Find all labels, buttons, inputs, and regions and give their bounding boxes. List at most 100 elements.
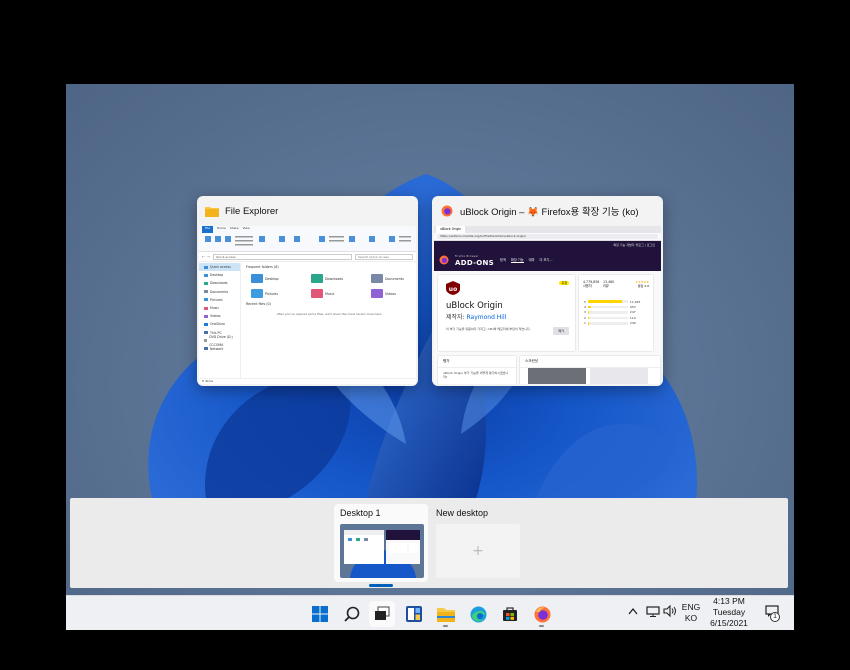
menu-item-themes[interactable]: 테마 (529, 257, 535, 263)
firefox-icon (534, 606, 550, 622)
edge-button[interactable] (465, 601, 491, 627)
screenshots-card: 스크린샷 (520, 356, 660, 384)
taskbar: ENG KO 4:13 PM Tuesday 6/15/2021 1 (66, 595, 794, 630)
widgets-button[interactable] (401, 601, 427, 627)
tray-overflow-chevron-icon[interactable] (628, 607, 638, 618)
store-button[interactable] (497, 601, 523, 627)
browser-tabs: uBlock Origin (434, 226, 661, 233)
rate-title: 평가 (438, 356, 516, 368)
nav-item-dvd-drive[interactable]: DVD Drive (D:) CCCOMA (199, 335, 240, 347)
ribbon-tab-home[interactable]: Home (217, 226, 226, 233)
folder-tile[interactable]: Videos (371, 288, 416, 299)
desktop-screen: File Explorer File Home Share View ← → Q… (66, 84, 794, 630)
amo-header: Firefox Browser ADD-ONS 탐색 확장 기능 테마 더 보기… (434, 249, 661, 271)
browser-tab[interactable]: uBlock Origin (436, 226, 466, 233)
amo-top-links[interactable]: 확장 기능 개발자 블로그 | 로그인 (434, 241, 661, 249)
virtual-desktops-bar: Desktop 1 New desktop + (70, 498, 788, 588)
amo-menu: 탐색 확장 기능 테마 더 보기… (500, 257, 553, 263)
nav-item-desktop[interactable]: Desktop (199, 271, 240, 279)
nav-item-pictures[interactable]: Pictures (199, 296, 240, 304)
running-indicator (443, 625, 448, 627)
firefox-icon (441, 205, 453, 217)
folder-icon (371, 274, 383, 283)
addon-author: 제작자: Raymond Hill (446, 314, 507, 321)
folder-icon (205, 207, 219, 217)
desktop-preview (340, 524, 424, 578)
clock-date: 6/15/2021 (710, 618, 748, 628)
menu-item-explore[interactable]: 탐색 (500, 257, 506, 263)
store-icon (503, 607, 517, 621)
remove-button[interactable]: 제거 (553, 327, 569, 335)
window-title: uBlock Origin – 🦊 Firefox용 확장 기능 (ko) (460, 207, 639, 218)
ribbon-tab-share[interactable]: Share (230, 226, 239, 233)
folder-tile[interactable]: Documents (371, 273, 416, 284)
clock-time: 4:13 PM (713, 596, 745, 606)
ribbon-tab-view[interactable]: View (243, 226, 250, 233)
window-title-bar: File Explorer (197, 196, 418, 226)
widgets-icon (406, 606, 422, 622)
recent-empty-text: After you've opened some files, we'll sh… (276, 312, 383, 316)
addon-page: uo 추천 uBlock Origin 제작자: Raymond Hill 이 … (434, 271, 661, 384)
firefox-content: uBlock Origin https://addons.mozilla.org… (434, 226, 661, 384)
addons-logo[interactable]: Firefox Browser ADD-ONS (455, 253, 494, 267)
window-title: File Explorer (225, 205, 279, 217)
nav-item-onedrive[interactable]: OneDrive (199, 320, 240, 328)
input-language-indicator[interactable]: ENG KO (681, 602, 701, 624)
rating-bars: 5 11,625 4 953 3 247 2 110 1 249 (584, 299, 640, 326)
firefox-button[interactable] (529, 601, 555, 627)
desktop-1-tile[interactable]: Desktop 1 (334, 504, 428, 587)
notification-count-badge: 1 (770, 612, 780, 622)
rating-bar-row[interactable]: 1 249 (584, 321, 640, 326)
nav-item-videos[interactable]: Videos (199, 312, 240, 320)
firefox-logo-icon (439, 255, 449, 265)
url-row: https://addons.mozilla.org/ko/firefox/ad… (434, 233, 661, 241)
reviews-stat: 13,460 리뷰 (603, 280, 615, 288)
task-view-button[interactable] (369, 601, 395, 627)
status-bar: 8 items (199, 378, 416, 384)
nav-item-music[interactable]: Music (199, 304, 240, 312)
folder-icon (311, 274, 323, 283)
new-desktop-tile[interactable]: New desktop + (430, 504, 524, 582)
search-button[interactable] (339, 601, 365, 627)
nav-item-downloads[interactable]: Downloads (199, 279, 240, 287)
ribbon-commands (205, 236, 411, 246)
running-indicator (539, 625, 544, 627)
author-link[interactable]: Raymond Hill (467, 314, 507, 321)
navigation-pane: Quick access Desktop Downloads Documents… (199, 263, 241, 378)
file-explorer-button[interactable] (433, 601, 459, 627)
screenshot-image[interactable] (528, 368, 586, 384)
addon-info-card: uo 추천 uBlock Origin 제작자: Raymond Hill 이 … (438, 275, 575, 351)
screenshots-title: 스크린샷 (520, 356, 660, 368)
start-button[interactable] (307, 601, 333, 627)
volume-icon[interactable] (663, 604, 677, 620)
clock-day: Tuesday (712, 607, 746, 617)
folder-tile[interactable]: Downloads (311, 273, 371, 284)
rate-text: uBlock Origin 부가 기능을 어떻게 평가하시겠습니까? (443, 371, 509, 379)
url-bar[interactable]: https://addons.mozilla.org/ko/firefox/ad… (437, 234, 658, 239)
ribbon-tab-file[interactable]: File (202, 226, 214, 233)
notification-center-button[interactable]: 1 (763, 605, 781, 623)
active-desktop-indicator (369, 584, 393, 587)
folder-icon (371, 289, 383, 298)
recommended-badge: 추천 (559, 281, 569, 285)
nav-item-quick-access[interactable]: Quick access (199, 263, 240, 272)
folder-icon (251, 274, 263, 283)
folder-tile[interactable]: Pictures (251, 288, 311, 299)
nav-item-documents[interactable]: Documents (199, 288, 240, 296)
ublock-shield-icon: uo (446, 281, 460, 295)
folder-tile[interactable]: Desktop (251, 273, 311, 284)
network-icon[interactable] (646, 606, 660, 620)
screenshot-image[interactable] (590, 368, 648, 384)
firefox-window-thumbnail[interactable]: uBlock Origin – 🦊 Firefox용 확장 기능 (ko) uB… (432, 196, 663, 386)
frequent-folders-grid: Desktop Downloads Documents Pictures Mus… (251, 273, 416, 299)
plus-icon[interactable]: + (436, 524, 520, 578)
folder-tile[interactable]: Music (311, 288, 371, 299)
quick-access-content: Frequent folders (8) Desktop Downloads D… (243, 265, 416, 378)
clock[interactable]: 4:13 PM Tuesday 6/15/2021 (706, 596, 752, 629)
menu-item-extensions[interactable]: 확장 기능 (510, 257, 524, 263)
start-icon (312, 606, 328, 622)
file-explorer-window-thumbnail[interactable]: File Explorer File Home Share View ← → Q… (197, 196, 418, 386)
svg-text:uo: uo (449, 286, 457, 293)
recent-files-header: Recent files (0) (246, 302, 271, 306)
menu-item-more[interactable]: 더 보기… (540, 257, 553, 263)
